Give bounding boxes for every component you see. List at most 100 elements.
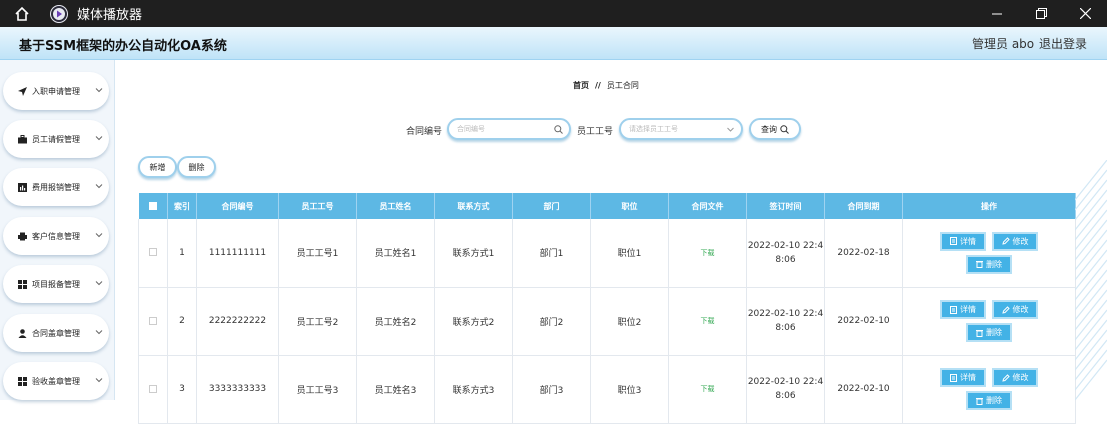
- select-all-checkbox[interactable]: [138, 193, 168, 219]
- detail-button[interactable]: 详情: [940, 368, 986, 387]
- cell-expire: 2022-02-10: [824, 355, 903, 424]
- sidebar-item-customer[interactable]: 客户信息管理: [3, 217, 109, 255]
- cell-file: 下载: [668, 355, 747, 424]
- sidebar-item-expense[interactable]: 费用报销管理: [3, 168, 109, 206]
- edit-button[interactable]: 修改: [992, 368, 1038, 387]
- delete-button[interactable]: 删除: [966, 323, 1012, 342]
- query-button-label: 查询: [761, 124, 777, 134]
- trash-icon: [976, 397, 983, 405]
- send-icon: [17, 86, 27, 96]
- cell-operations: 详情 修改 删除: [902, 355, 1076, 424]
- chevron-down-icon: [95, 184, 103, 189]
- column-header: 合同编号: [196, 193, 279, 219]
- contract-no-input[interactable]: 合同编号: [447, 118, 571, 140]
- sidebar-item-project[interactable]: 项目报备管理: [3, 265, 109, 303]
- batch-delete-button[interactable]: 删除: [177, 156, 216, 178]
- cell-operations: 详情 修改 删除: [902, 287, 1076, 356]
- delete-button-label: 删除: [986, 328, 1002, 337]
- minimize-button[interactable]: [975, 0, 1019, 27]
- delete-button[interactable]: 删除: [966, 391, 1012, 410]
- edit-button-label: 修改: [1012, 305, 1029, 314]
- chevron-down-icon: [95, 281, 103, 286]
- delete-button[interactable]: 删除: [966, 254, 1012, 274]
- table-row: 1 1111111111 员工工号1 员工姓名1 联系方式1 部门1 职位1 下…: [138, 219, 1076, 288]
- decorative-stripes: [1075, 160, 1107, 400]
- cell-operations: 详情 修改 删除: [902, 219, 1076, 288]
- cell-position: 职位1: [590, 219, 669, 288]
- window-titlebar: 媒体播放器: [0, 0, 1107, 27]
- contract-table: 索引 合同编号 员工工号 员工姓名 联系方式 部门 职位 合同文件 签订时间 合…: [138, 193, 1076, 424]
- column-header: 合同文件: [668, 193, 747, 219]
- cell-emp-name: 员工姓名2: [356, 287, 435, 356]
- batch-delete-button-label: 删除: [188, 162, 205, 172]
- trash-icon: [976, 329, 983, 337]
- contract-no-placeholder: 合同编号: [457, 125, 485, 133]
- restore-button[interactable]: [1019, 0, 1063, 27]
- column-header: 部门: [512, 193, 591, 219]
- chevron-down-icon: [727, 127, 734, 132]
- document-icon: [950, 305, 957, 314]
- cell-expire: 2022-02-18: [824, 219, 903, 288]
- detail-button-label: 详情: [960, 236, 976, 246]
- cell-emp-name: 员工姓名1: [356, 219, 435, 288]
- breadcrumb: 首页 // 员工合同: [573, 80, 639, 91]
- document-icon: [950, 373, 957, 382]
- employee-no-select[interactable]: 请选择员工工号: [619, 118, 743, 140]
- chevron-down-icon: [95, 136, 103, 141]
- cell-dept: 部门2: [512, 287, 591, 356]
- breadcrumb-home[interactable]: 首页: [573, 81, 589, 90]
- chevron-down-icon: [95, 88, 103, 93]
- row-checkbox[interactable]: [138, 355, 168, 424]
- cell-emp-name: 员工姓名3: [356, 355, 435, 424]
- detail-button-label: 详情: [960, 373, 976, 382]
- detail-button[interactable]: 详情: [940, 231, 986, 251]
- sidebar-item-label: 项目报备管理: [32, 279, 80, 289]
- grid-icon: [17, 279, 27, 289]
- edit-button[interactable]: 修改: [992, 300, 1038, 319]
- sidebar-item-leave[interactable]: 员工请假管理: [3, 120, 109, 158]
- sign-time-line2: 8:06: [775, 391, 796, 401]
- sidebar-item-onboarding[interactable]: 入职申请管理: [3, 72, 109, 110]
- chevron-down-icon: [95, 378, 103, 383]
- home-icon[interactable]: [10, 2, 34, 26]
- sidebar-item-acceptance-seal[interactable]: 验收盖章管理: [3, 362, 109, 400]
- table-row: 2 2222222222 员工工号2 员工姓名2 联系方式2 部门2 职位2 下…: [138, 287, 1076, 356]
- download-link[interactable]: 下载: [701, 317, 715, 325]
- chart-icon: [17, 182, 27, 192]
- column-header: 联系方式: [434, 193, 513, 219]
- sidebar-item-label: 员工请假管理: [32, 134, 80, 144]
- cell-contact: 联系方式2: [434, 287, 513, 356]
- edit-button[interactable]: 修改: [992, 231, 1038, 251]
- sign-time-line1: 2022-02-10 22:4: [747, 377, 824, 387]
- app-header: 基于SSM框架的办公自动化OA系统 管理员 abo 退出登录: [0, 27, 1107, 60]
- column-header: 职位: [590, 193, 669, 219]
- cell-emp-no: 员工工号3: [278, 355, 357, 424]
- download-link[interactable]: 下载: [701, 385, 715, 393]
- cell-contact: 联系方式3: [434, 355, 513, 424]
- logout-link[interactable]: 退出登录: [1039, 35, 1087, 52]
- edit-button-label: 修改: [1012, 373, 1029, 382]
- sidebar-item-contract-seal[interactable]: 合同盖章管理: [3, 314, 109, 352]
- breadcrumb-current: 员工合同: [606, 81, 639, 90]
- add-button[interactable]: 新增: [138, 156, 177, 178]
- column-header: 签订时间: [746, 193, 825, 219]
- close-button[interactable]: [1063, 0, 1107, 27]
- download-link[interactable]: 下载: [701, 249, 715, 257]
- cell-file: 下载: [668, 287, 747, 356]
- cell-position: 职位2: [590, 287, 669, 356]
- row-checkbox[interactable]: [138, 219, 168, 288]
- sidebar-item-label: 入职申请管理: [32, 86, 80, 96]
- detail-button-label: 详情: [960, 305, 976, 314]
- delete-button-label: 删除: [986, 259, 1002, 269]
- cell-emp-no: 员工工号2: [278, 287, 357, 356]
- chevron-down-icon: [95, 330, 103, 335]
- cell-index: 2: [167, 287, 197, 356]
- grid-icon: [17, 376, 27, 386]
- row-checkbox[interactable]: [138, 287, 168, 356]
- current-user[interactable]: 管理员 abo: [972, 35, 1034, 52]
- column-header: 员工工号: [278, 193, 357, 219]
- cell-contact: 联系方式1: [434, 219, 513, 288]
- query-button[interactable]: 查询: [749, 118, 801, 140]
- detail-button[interactable]: 详情: [940, 300, 986, 319]
- edit-button-label: 修改: [1012, 236, 1029, 246]
